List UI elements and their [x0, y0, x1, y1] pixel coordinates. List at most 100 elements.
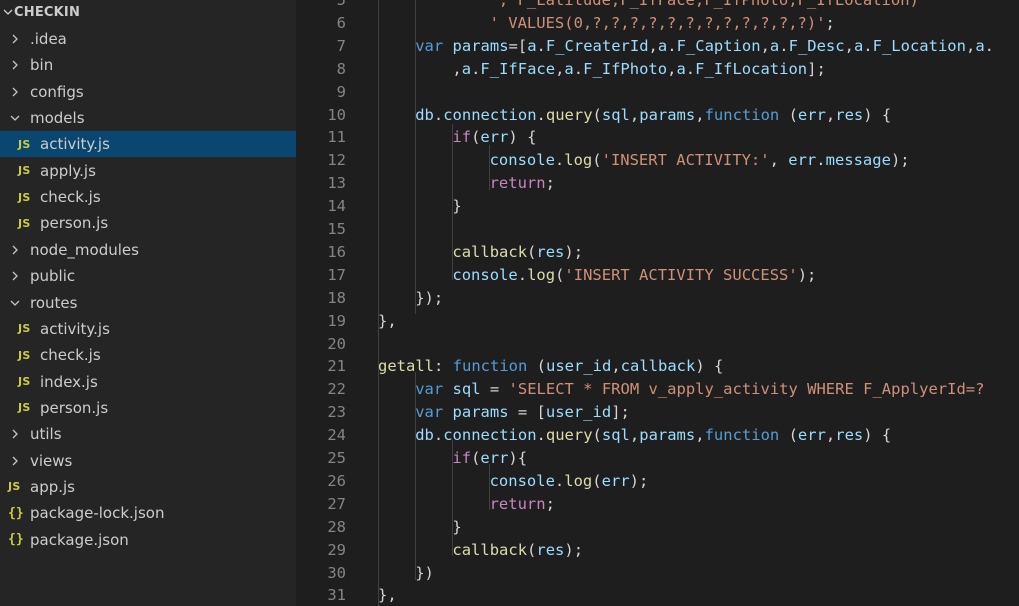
code-line[interactable]: 21 getall: function (user_id,callback) {	[296, 355, 1019, 378]
vscode-window: CHECKIN .idea bin configs models JS activity.…	[0, 0, 1019, 606]
chevron-right-icon	[8, 26, 22, 52]
code-token: :	[434, 357, 453, 376]
code-line[interactable]: 17 console.log('INSERT ACTIVITY SUCCESS')…	[296, 264, 1019, 287]
line-number: 29	[327, 540, 346, 559]
code-line[interactable]: 12 console.log('INSERT ACTIVITY:', err.me…	[296, 149, 1019, 172]
code-token: function	[704, 105, 780, 124]
code-token: res	[835, 105, 864, 124]
code-line[interactable]: 28}	[296, 516, 1019, 539]
code-text: });	[415, 287, 443, 310]
tree-item-label: activity.js	[40, 135, 110, 154]
code-line[interactable]: 11 if(err) {	[296, 126, 1019, 149]
explorer-root-header[interactable]: CHECKIN	[0, 0, 296, 24]
tree-file-apply-js[interactable]: JS apply.js	[0, 158, 296, 184]
code-line[interactable]: 13 return;	[296, 172, 1019, 195]
tree-folder-configs[interactable]: configs	[0, 79, 296, 105]
chevron-down-icon	[2, 7, 14, 17]
tree-folder-idea[interactable]: .idea	[0, 26, 296, 52]
code-line[interactable]: 10 db.connection.query(sql,params,functio…	[296, 104, 1019, 127]
code-token: .	[433, 426, 444, 445]
code-text: var sql = 'SELECT * FROM v_apply_activit…	[415, 378, 984, 401]
code-token: .	[816, 151, 826, 170]
tree-file-person-js[interactable]: JS person.js	[0, 395, 296, 421]
code-token: (	[527, 357, 546, 376]
code-token: ,	[825, 426, 836, 445]
code-token: var	[415, 380, 444, 399]
tree-item-label: node_modules	[30, 240, 139, 259]
code-text: return;	[490, 172, 555, 195]
code-line[interactable]: 5 ','F_Latitude,F_IfFace,F_IfPhoto,F_IfLo…	[296, 0, 1019, 12]
code-line[interactable]: 8 ,a.F_IfFace,a.F_IfPhoto,a.F_IfLocation]…	[296, 58, 1019, 81]
code-token: (	[592, 471, 602, 490]
code-token: });	[415, 288, 444, 307]
code-line[interactable]: 27 return;	[296, 493, 1019, 516]
code-line[interactable]: 26 console.log(err);	[296, 470, 1019, 493]
tree-folder-models[interactable]: models	[0, 105, 296, 131]
code-token: db	[415, 105, 434, 124]
line-number: 31	[327, 586, 346, 605]
code-token: 'INSERT ACTIVITY:'	[601, 151, 770, 170]
tree-folder-public[interactable]: public	[0, 263, 296, 289]
code-token: );	[629, 471, 649, 490]
code-token: a	[461, 59, 472, 78]
tree-file-check-js[interactable]: JS check.js	[0, 184, 296, 210]
code-line[interactable]: 24 db.connection.query(sql,params,functio…	[296, 424, 1019, 447]
code-line[interactable]: 20	[296, 333, 1019, 356]
code-token: sql	[452, 380, 481, 399]
explorer-sidebar: CHECKIN .idea bin configs models JS activity.…	[0, 0, 296, 606]
tree-item-label: person.js	[40, 398, 109, 417]
code-line[interactable]: 29 callback(res);	[296, 539, 1019, 562]
code-token: F_Location	[872, 36, 966, 55]
code-token: ,	[844, 36, 854, 55]
code-token: =[	[508, 36, 528, 55]
code-line[interactable]: 31},	[296, 584, 1019, 606]
tree-item-label: .idea	[30, 30, 67, 48]
tree-folder-routes[interactable]: routes	[0, 290, 296, 316]
code-token: F_CreaterId	[545, 36, 649, 55]
tree-file-package-json[interactable]: {} package.json	[0, 527, 296, 553]
code-line[interactable]: 19},	[296, 310, 1019, 333]
json-file-icon: {}	[8, 532, 24, 548]
tree-file-person-js[interactable]: JS person.js	[0, 210, 296, 236]
tree-item-label: activity.js	[40, 319, 110, 338]
code-line[interactable]: 14}	[296, 195, 1019, 218]
code-line[interactable]: 7 var params=[a.F_CreaterId,a.F_Caption,a…	[296, 35, 1019, 58]
code-line[interactable]: 22 var sql = 'SELECT * FROM v_apply_activ…	[296, 378, 1019, 401]
code-line[interactable]: 23 var params = [user_id];	[296, 401, 1019, 424]
javascript-file-icon: JS	[18, 137, 31, 151]
javascript-file-icon: JS	[8, 480, 21, 494]
tree-file-index-js[interactable]: JS index.js	[0, 369, 296, 395]
code-line[interactable]: 18});	[296, 287, 1019, 310]
tree-file-check-js[interactable]: JS check.js	[0, 342, 296, 368]
code-line[interactable]: 15	[296, 218, 1019, 241]
tree-file-package-lock-json[interactable]: {} package-lock.json	[0, 500, 296, 526]
tree-folder-node-modules[interactable]: node_modules	[0, 237, 296, 263]
code-text: },	[378, 584, 397, 606]
tree-folder-views[interactable]: views	[0, 448, 296, 474]
javascript-file-icon: JS	[18, 164, 31, 178]
code-token: console	[489, 151, 555, 170]
code-token: ;	[825, 13, 835, 32]
code-line[interactable]: 16 callback(res);	[296, 241, 1019, 264]
code-line[interactable]: 25 if(err){	[296, 447, 1019, 470]
tree-file-activity-js[interactable]: JS activity.js	[0, 131, 296, 158]
tree-item-label: check.js	[40, 188, 101, 207]
line-number: 17	[327, 265, 346, 284]
line-number: 12	[327, 151, 346, 170]
tree-file-app-js[interactable]: JS app.js	[0, 474, 296, 500]
code-token: var	[415, 403, 444, 422]
code-token: log	[564, 471, 593, 490]
code-line[interactable]: 30})	[296, 562, 1019, 585]
code-line[interactable]: 6 ' VALUES(0,?,?,?,?,?,?,?,?,?,?,?,?)';	[296, 12, 1019, 35]
line-number: 18	[327, 288, 346, 307]
code-token: sql	[601, 105, 630, 124]
code-line[interactable]: 9	[296, 81, 1019, 104]
code-editor[interactable]: 5 ','F_Latitude,F_IfFace,F_IfPhoto,F_IfLo…	[296, 0, 1019, 606]
tree-folder-bin[interactable]: bin	[0, 52, 296, 78]
tree-folder-utils[interactable]: utils	[0, 421, 296, 447]
tree-item-label: index.js	[40, 372, 98, 391]
tree-file-activity-js[interactable]: JS activity.js	[0, 316, 296, 342]
javascript-file-icon: JS	[18, 401, 31, 415]
code-token: (	[527, 242, 537, 261]
code-text: getall: function (user_id,callback) {	[378, 355, 723, 378]
